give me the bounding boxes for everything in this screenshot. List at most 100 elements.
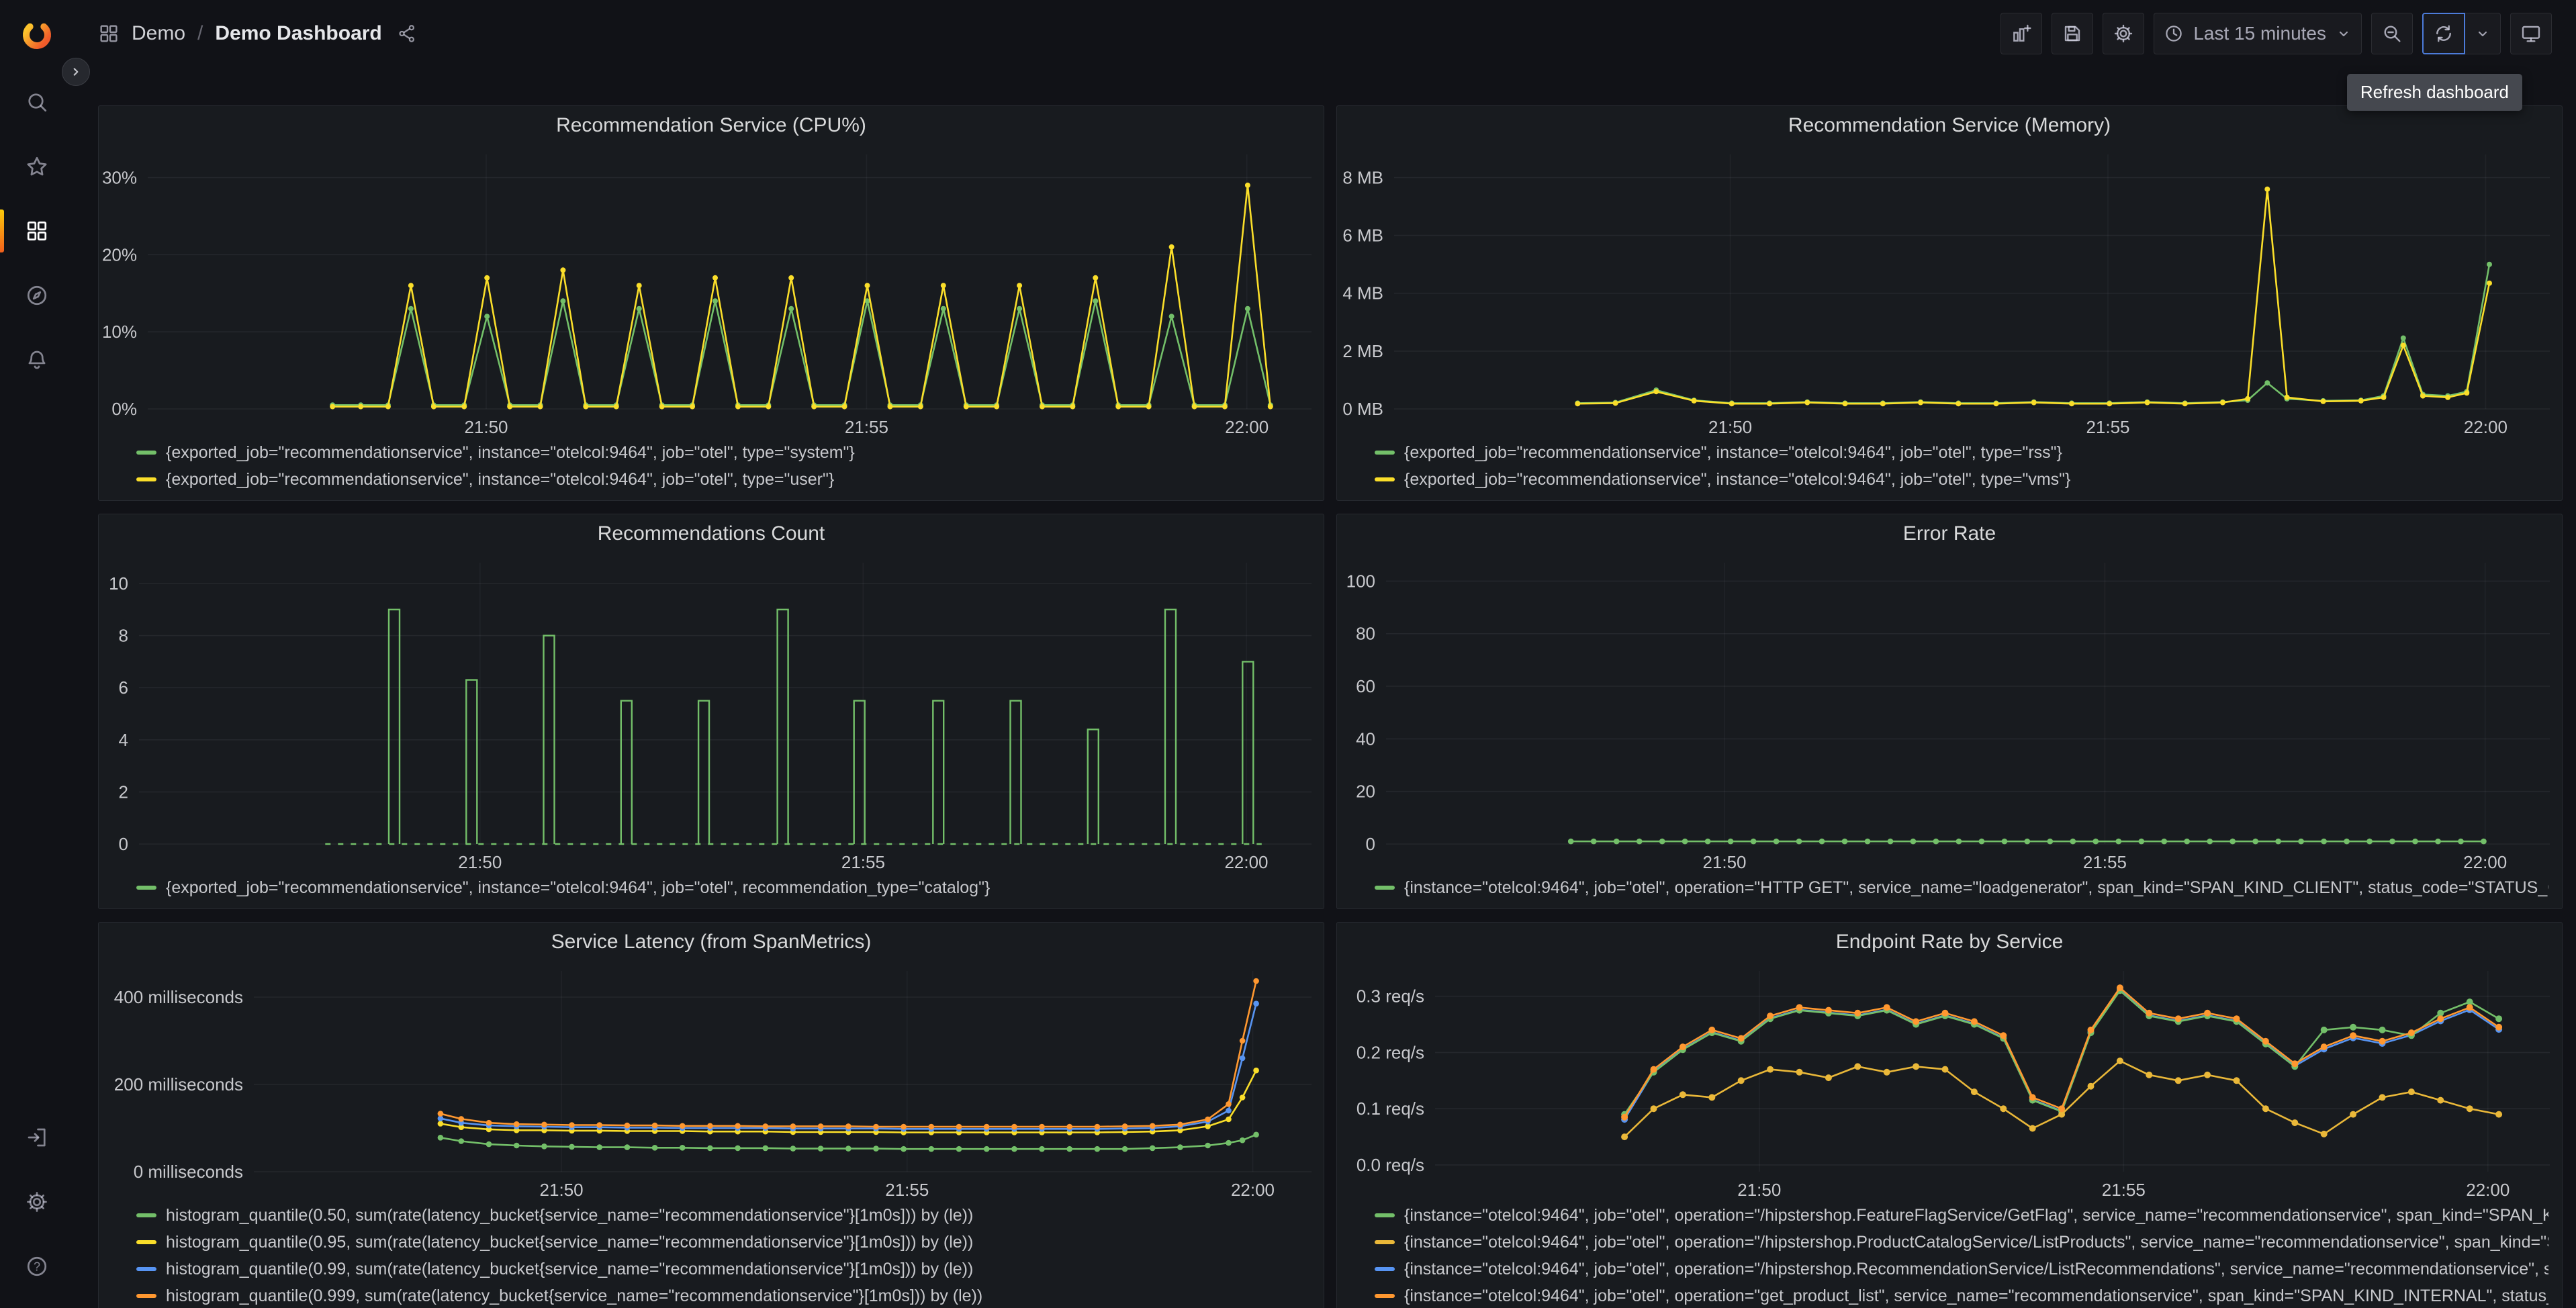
svg-text:2 MB: 2 MB [1342,341,1383,361]
sidebar-item-explore[interactable] [0,263,74,328]
svg-text:6 MB: 6 MB [1342,226,1383,246]
svg-text:4 MB: 4 MB [1342,283,1383,303]
legend-label: {instance="otelcol:9464", job="otel", op… [1404,1259,2548,1278]
sidebar-expand-button[interactable] [62,58,90,86]
breadcrumb-section[interactable]: Demo [132,22,185,45]
sidebar-item-alerting[interactable] [0,328,74,392]
dashboard-settings-button[interactable] [2103,13,2145,54]
time-range-picker[interactable]: Last 15 minutes [2154,13,2362,54]
legend-item[interactable]: {exported_job="recommendationservice", i… [136,441,1310,464]
legend-item[interactable]: histogram_quantile(0.999, sum(rate(laten… [136,1284,1310,1307]
legend-label: {exported_job="recommendationservice", i… [166,469,835,489]
compass-icon [25,283,49,308]
svg-text:200 milliseconds: 200 milliseconds [114,1074,243,1094]
timeseries-chart[interactable]: 0% 10% 20% 30% 21:50 21:55 22:00 [99,145,1324,440]
sidebar-item-starred[interactable] [0,134,74,199]
sidebar-item-search[interactable] [0,70,74,134]
svg-text:22:00: 22:00 [2464,417,2508,437]
timeseries-chart[interactable]: 0 milliseconds 200 milliseconds 400 millis… [99,962,1324,1203]
gear-icon [2113,23,2134,44]
legend: {instance="otelcol:9464", job="otel", op… [1337,1203,2562,1308]
breadcrumb: Demo / Demo Dashboard [98,22,417,45]
gear-icon [25,1190,49,1214]
legend: {exported_job="recommendationservice", i… [1337,440,2562,500]
legend-item[interactable]: {exported_job="recommendationservice", i… [136,468,1310,491]
zoom-out-button[interactable] [2371,13,2413,54]
breadcrumb-page[interactable]: Demo Dashboard [215,22,381,45]
svg-text:21:50: 21:50 [1702,852,1746,872]
refresh-button-group [2422,13,2501,54]
legend-item[interactable]: histogram_quantile(0.95, sum(rate(latenc… [136,1231,1310,1254]
svg-text:22:00: 22:00 [2466,1180,2510,1200]
top-navbar: Demo / Demo Dashboard Last 15 minutes [74,0,2576,67]
svg-text:21:55: 21:55 [2086,417,2129,437]
panel-title[interactable]: Recommendation Service (CPU%) [99,106,1324,145]
legend-swatch [1375,1267,1395,1271]
sidebar-item-configuration[interactable] [0,1170,74,1234]
legend-item[interactable]: {exported_job="recommendationservice", i… [1375,468,2548,491]
svg-text:0.3 req/s: 0.3 req/s [1356,986,1424,1007]
save-dashboard-button[interactable] [2052,13,2094,54]
refresh-button[interactable] [2422,13,2465,54]
grafana-logo[interactable] [0,0,74,70]
legend-item[interactable]: {instance="otelcol:9464", job="otel", op… [1375,876,2548,899]
legend-swatch [136,1240,156,1244]
legend-item[interactable]: histogram_quantile(0.99, sum(rate(latenc… [136,1258,1310,1280]
svg-text:21:55: 21:55 [2083,852,2127,872]
svg-text:22:00: 22:00 [1231,1180,1275,1200]
timeseries-chart[interactable]: 0.0 req/s 0.1 req/s 0.2 req/s 0.3 req/s 21:5… [1337,962,2562,1203]
svg-text:10: 10 [109,573,128,594]
svg-text:20%: 20% [102,244,137,265]
monitor-icon [2520,23,2542,44]
panel-title[interactable]: Service Latency (from SpanMetrics) [99,923,1324,962]
legend-item[interactable]: histogram_quantile(0.50, sum(rate(latenc… [136,1204,1310,1227]
svg-text:22:00: 22:00 [1224,852,1268,872]
svg-text:8 MB: 8 MB [1342,168,1383,188]
svg-text:21:55: 21:55 [2102,1180,2146,1200]
legend: {exported_job="recommendationservice", i… [99,875,1324,908]
svg-text:21:50: 21:50 [464,417,508,437]
legend: histogram_quantile(0.50, sum(rate(latenc… [99,1203,1324,1308]
legend-swatch [1375,886,1395,890]
panel-title[interactable]: Endpoint Rate by Service [1337,923,2562,962]
legend-swatch [136,451,156,455]
refresh-interval-dropdown[interactable] [2465,13,2501,54]
timeseries-chart[interactable]: 0 20 40 60 80 100 21:50 21:55 22:00 [1337,553,2562,875]
legend-item[interactable]: {instance="otelcol:9464", job="otel", op… [1375,1231,2548,1254]
legend-label: {instance="otelcol:9464", job="otel", op… [1404,878,2548,897]
timeseries-chart[interactable]: 0 MB 2 MB 4 MB 6 MB 8 MB 21:50 21:55 22:00 [1337,145,2562,440]
legend-swatch [136,1267,156,1271]
svg-text:0: 0 [1366,834,1375,854]
share-dashboard-button[interactable] [397,24,417,44]
apps-icon [98,23,120,44]
panel-title[interactable]: Error Rate [1337,514,2562,553]
legend-label: {instance="otelcol:9464", job="otel", op… [1404,1286,2548,1305]
sidebar-item-sign-in[interactable] [0,1105,74,1170]
legend-swatch [1375,477,1395,481]
legend-swatch [136,1213,156,1217]
bell-icon [25,348,49,372]
save-icon [2062,23,2083,44]
legend-item[interactable]: {instance="otelcol:9464", job="otel", op… [1375,1204,2548,1227]
legend-item[interactable]: {exported_job="recommendationservice", i… [136,876,1310,899]
panel-title[interactable]: Recommendation Service (Memory) [1337,106,2562,145]
refresh-tooltip: Refresh dashboard [2346,74,2522,111]
legend-item[interactable]: {exported_job="recommendationservice", i… [1375,441,2548,464]
legend-label: histogram_quantile(0.999, sum(rate(laten… [166,1286,983,1305]
sidebar-item-help[interactable]: ? [0,1234,74,1299]
panel-recommendation-memory: Recommendation Service (Memory) 0 MB 2 MB… [1336,105,2563,501]
breadcrumb-separator: / [197,22,203,44]
legend-label: {instance="otelcol:9464", job="otel", op… [1404,1205,2548,1225]
svg-text:21:50: 21:50 [1708,417,1752,437]
sidebar-bottom-menu: ? [0,1105,74,1299]
legend-label: histogram_quantile(0.50, sum(rate(latenc… [166,1205,974,1225]
sidebar-item-dashboards[interactable] [0,199,74,263]
sidebar-menu [0,70,74,392]
timeseries-chart[interactable]: 0 2 4 6 8 10 21:50 21:55 22:00 [99,553,1324,875]
add-panel-button[interactable] [2000,13,2043,54]
panel-title[interactable]: Recommendations Count [99,514,1324,553]
legend-label: {instance="otelcol:9464", job="otel", op… [1404,1232,2548,1252]
legend-item[interactable]: {instance="otelcol:9464", job="otel", op… [1375,1258,2548,1280]
cycle-view-mode-button[interactable] [2510,13,2552,54]
legend-item[interactable]: {instance="otelcol:9464", job="otel", op… [1375,1284,2548,1307]
